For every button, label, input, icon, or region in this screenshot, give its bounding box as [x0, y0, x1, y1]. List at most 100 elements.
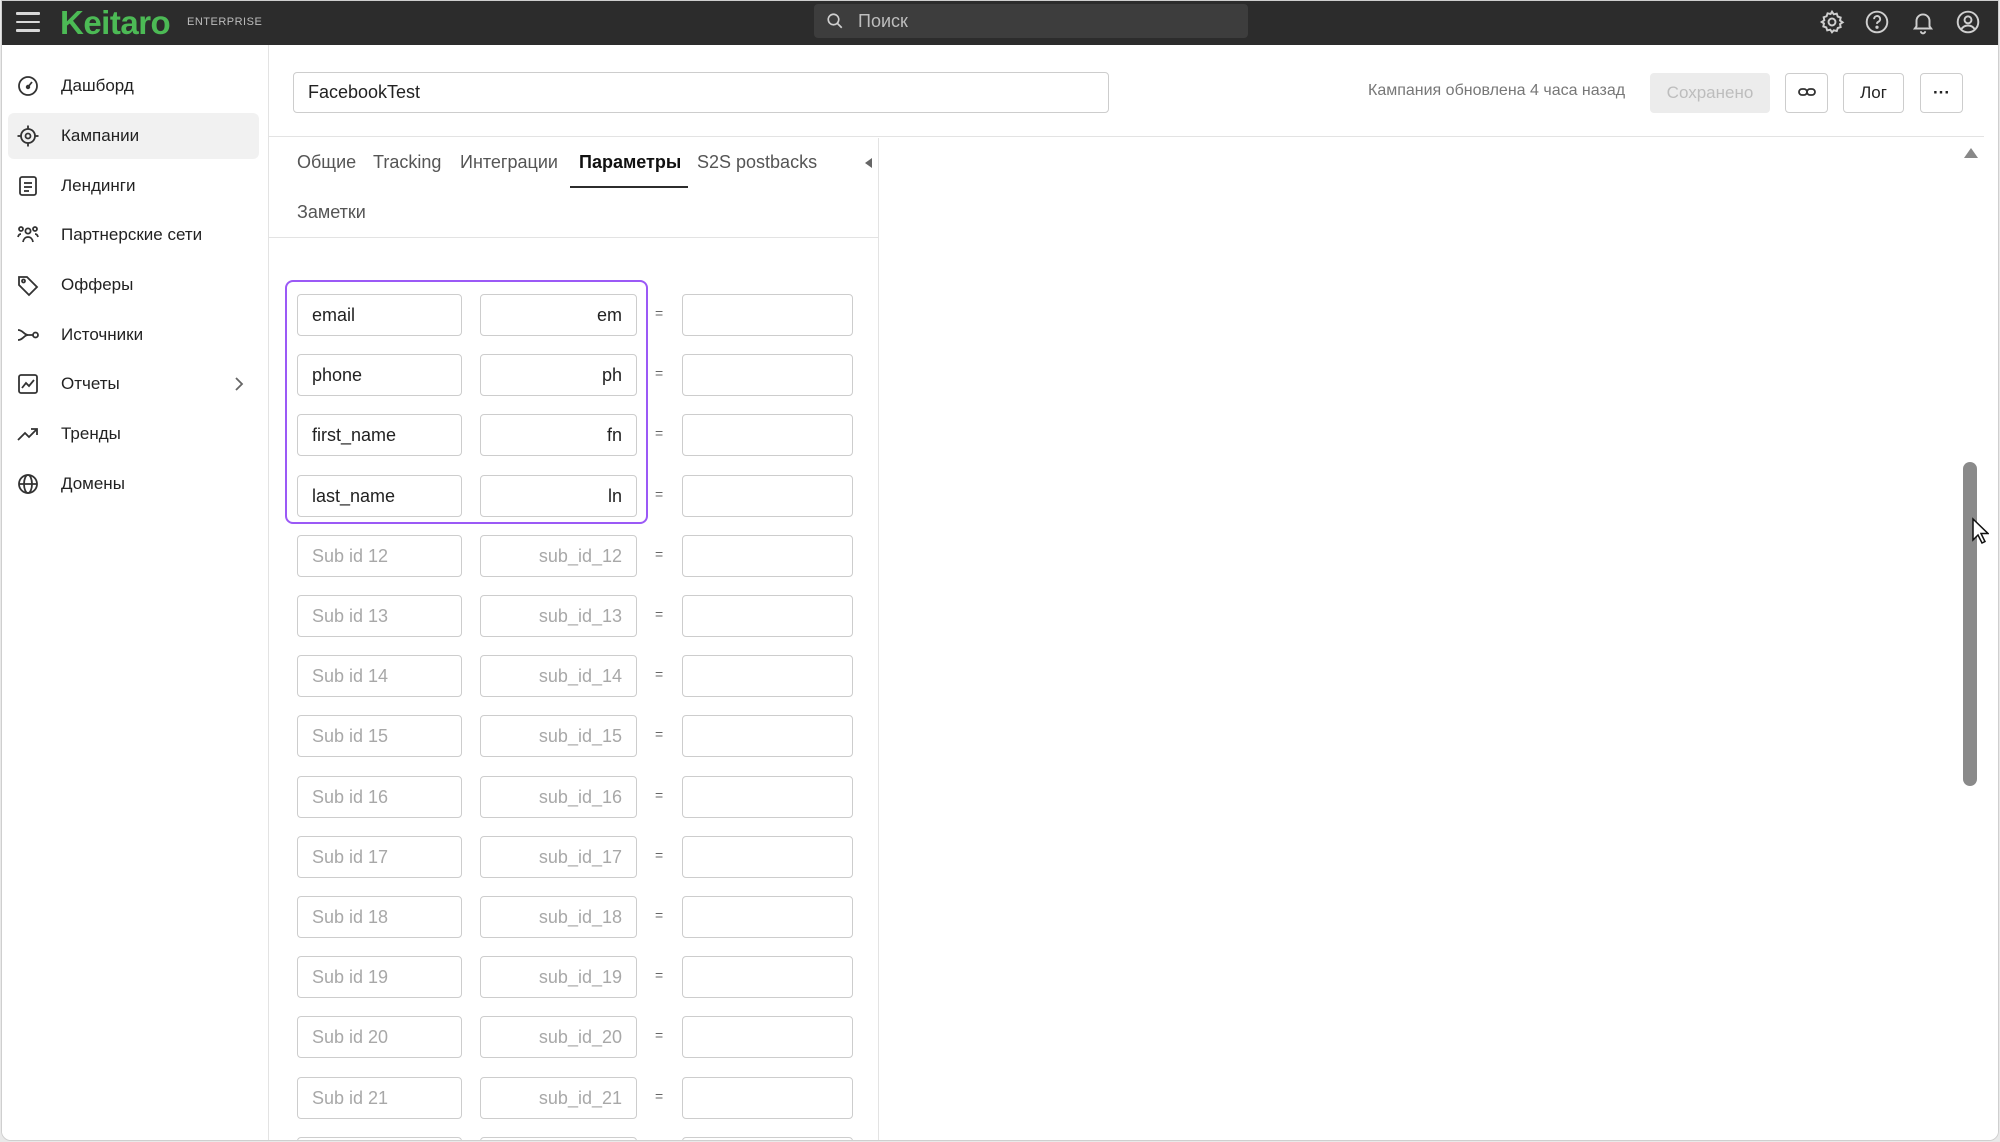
sidebar-item-label: Партнерские сети: [61, 225, 203, 244]
param-value-input[interactable]: [682, 354, 853, 396]
param-key-input[interactable]: [480, 354, 637, 396]
sidebar-item-dashboard[interactable]: Дашборд: [8, 63, 259, 109]
param-key-input[interactable]: [480, 535, 637, 577]
param-name-input[interactable]: [297, 475, 462, 517]
sidebar: Дашборд Кампании Лендинги Партнерские се…: [2, 45, 269, 1140]
scrollbar-thumb[interactable]: [1963, 462, 1977, 786]
edition-label: ENTERPRISE: [187, 16, 263, 28]
link-icon: [1797, 88, 1816, 96]
param-key-input[interactable]: [480, 1137, 637, 1140]
tab-tracking[interactable]: Tracking: [373, 152, 441, 173]
user-icon[interactable]: [1955, 9, 1981, 35]
chevron-right-icon[interactable]: [231, 375, 247, 393]
param-value-input[interactable]: [682, 595, 853, 637]
equals-sign: =: [655, 486, 664, 502]
equals-sign: =: [655, 305, 664, 321]
param-name-input[interactable]: [297, 354, 462, 396]
param-key-input[interactable]: [480, 414, 637, 456]
tabs-divider: [269, 237, 879, 238]
menu-icon[interactable]: [16, 12, 40, 32]
param-name-input[interactable]: [297, 1137, 462, 1140]
param-value-input[interactable]: [682, 294, 853, 336]
search-box[interactable]: [814, 4, 1248, 38]
equals-sign: =: [655, 1088, 664, 1104]
landing-icon: [19, 176, 37, 196]
param-value-input[interactable]: [682, 414, 853, 456]
top-bar: Keitaro ENTERPRISE: [2, 1, 1998, 45]
param-name-input[interactable]: [297, 294, 462, 336]
tab-notes[interactable]: Заметки: [297, 202, 366, 223]
parameter-row: =: [269, 294, 879, 336]
bell-icon[interactable]: [1910, 9, 1936, 35]
search-input[interactable]: [858, 4, 1238, 38]
param-key-input[interactable]: [480, 715, 637, 757]
sidebar-item-label: Дашборд: [61, 76, 134, 95]
logo[interactable]: Keitaro: [60, 4, 171, 42]
sidebar-item-sources[interactable]: Источники: [8, 312, 259, 358]
sidebar-item-campaigns[interactable]: Кампании: [8, 113, 259, 159]
param-key-input[interactable]: [480, 655, 637, 697]
parameter-row: =: [269, 896, 879, 938]
sidebar-item-affiliate-networks[interactable]: Партнерские сети: [8, 212, 259, 258]
param-key-input[interactable]: [480, 776, 637, 818]
equals-sign: =: [655, 907, 664, 923]
param-value-input[interactable]: [682, 535, 853, 577]
param-value-input[interactable]: [682, 475, 853, 517]
sidebar-item-landings[interactable]: Лендинги: [8, 163, 259, 209]
param-value-input[interactable]: [682, 776, 853, 818]
param-name-input[interactable]: [297, 896, 462, 938]
param-key-input[interactable]: [480, 475, 637, 517]
param-value-input[interactable]: [682, 1137, 853, 1140]
main-content: Кампания обновлена 4 часа назад Сохранен…: [269, 45, 1998, 1140]
parameter-row: =: [269, 715, 879, 757]
param-name-input[interactable]: [297, 1016, 462, 1058]
link-button[interactable]: [1785, 73, 1828, 113]
param-value-input[interactable]: [682, 836, 853, 878]
tag-icon: [18, 276, 39, 297]
campaign-name-input[interactable]: [293, 72, 1109, 113]
sidebar-item-offers[interactable]: Офферы: [8, 262, 259, 308]
param-key-input[interactable]: [480, 294, 637, 336]
log-button[interactable]: Лог: [1843, 73, 1904, 113]
param-value-input[interactable]: [682, 956, 853, 998]
param-name-input[interactable]: [297, 776, 462, 818]
parameter-row: =: [269, 535, 879, 577]
param-value-input[interactable]: [682, 896, 853, 938]
sidebar-item-domains[interactable]: Домены: [8, 461, 259, 507]
sidebar-item-reports[interactable]: Отчеты: [8, 361, 259, 407]
tab-integrations[interactable]: Интеграции: [460, 152, 558, 173]
param-name-input[interactable]: [297, 595, 462, 637]
more-button[interactable]: ···: [1920, 73, 1963, 113]
equals-sign: =: [655, 967, 664, 983]
param-value-input[interactable]: [682, 655, 853, 697]
param-key-input[interactable]: [480, 896, 637, 938]
param-name-input[interactable]: [297, 715, 462, 757]
tab-parameters[interactable]: Параметры: [579, 152, 681, 173]
param-name-input[interactable]: [297, 1077, 462, 1119]
caret-left-icon[interactable]: [865, 158, 873, 168]
help-icon[interactable]: [1864, 9, 1890, 35]
param-value-input[interactable]: [682, 1077, 853, 1119]
search-icon: [827, 13, 843, 29]
param-key-input[interactable]: [480, 1016, 637, 1058]
param-name-input[interactable]: [297, 956, 462, 998]
param-name-input[interactable]: [297, 655, 462, 697]
tab-s2s-postbacks[interactable]: S2S postbacks: [697, 152, 817, 173]
gear-icon[interactable]: [1819, 9, 1845, 35]
mouse-cursor-icon: [1972, 517, 1989, 545]
tab-general[interactable]: Общие: [297, 152, 356, 173]
param-key-input[interactable]: [480, 956, 637, 998]
param-name-input[interactable]: [297, 414, 462, 456]
param-name-input[interactable]: [297, 535, 462, 577]
report-icon: [18, 374, 38, 394]
param-key-input[interactable]: [480, 1077, 637, 1119]
sidebar-item-trends[interactable]: Тренды: [8, 411, 259, 457]
param-value-input[interactable]: [682, 715, 853, 757]
param-name-input[interactable]: [297, 836, 462, 878]
sidebar-item-label: Лендинги: [61, 176, 136, 195]
param-key-input[interactable]: [480, 836, 637, 878]
scroll-up-icon[interactable]: [1963, 147, 1979, 159]
param-key-input[interactable]: [480, 595, 637, 637]
save-button[interactable]: Сохранено: [1650, 73, 1770, 113]
param-value-input[interactable]: [682, 1016, 853, 1058]
